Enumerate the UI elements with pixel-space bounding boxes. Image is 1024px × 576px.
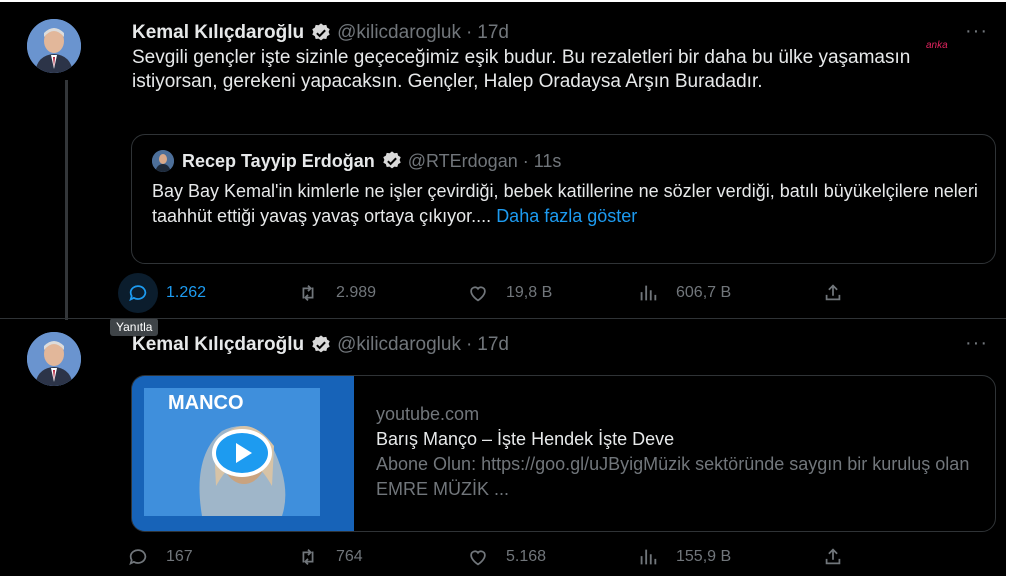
author-handle[interactable]: @kilicdarogluk bbox=[337, 22, 461, 44]
more-icon[interactable]: ··· bbox=[965, 20, 988, 43]
avatar[interactable] bbox=[27, 332, 81, 386]
author-name[interactable]: Kemal Kılıçdaroğlu bbox=[132, 334, 304, 356]
reply-count: 167 bbox=[166, 548, 193, 565]
retweet-icon bbox=[288, 537, 328, 576]
link-card[interactable]: MANCO youtube.com Barış Manço – İşte Hen… bbox=[131, 375, 996, 532]
tweet-header: Kemal Kılıçdaroğlu @kilicdarogluk · 17d bbox=[132, 334, 509, 356]
retweet-button[interactable]: 764 bbox=[288, 537, 458, 576]
timestamp[interactable]: 17d bbox=[477, 334, 509, 356]
like-button[interactable]: 19,8 B bbox=[458, 273, 628, 313]
share-icon bbox=[813, 537, 853, 576]
retweet-count: 2.989 bbox=[336, 284, 377, 301]
avatar[interactable] bbox=[27, 19, 81, 73]
quoted-tweet[interactable]: Recep Tayyip Erdoğan @RTErdogan · 11s Ba… bbox=[131, 134, 996, 264]
like-count: 19,8 B bbox=[506, 284, 553, 301]
show-more-link[interactable]: Daha fazla göster bbox=[496, 206, 637, 226]
author-handle[interactable]: @kilicdarogluk bbox=[337, 334, 461, 356]
views-icon bbox=[628, 537, 668, 576]
avatar-portrait-icon bbox=[27, 19, 81, 73]
verified-badge-icon bbox=[383, 151, 401, 169]
quote-text: Bay Bay Kemal'in kimlerle ne işler çevir… bbox=[152, 179, 982, 229]
video-thumbnail[interactable]: MANCO bbox=[132, 376, 354, 531]
quote-timestamp: 11s bbox=[533, 150, 562, 171]
timeline: Kemal Kılıçdaroğlu @kilicdarogluk · 17d … bbox=[0, 2, 1006, 576]
action-bar: 167 764 5.168 155,9 B bbox=[118, 537, 878, 576]
views-icon bbox=[628, 273, 668, 313]
quote-author-handle: @RTErdogan bbox=[407, 150, 518, 171]
tweet[interactable]: Kemal Kılıçdaroğlu @kilicdarogluk · 17d … bbox=[0, 318, 1006, 576]
play-icon[interactable] bbox=[211, 428, 273, 478]
reply-button[interactable]: 1.262 bbox=[118, 273, 288, 313]
separator: · bbox=[522, 150, 529, 171]
reply-icon bbox=[118, 273, 158, 313]
reply-icon bbox=[118, 537, 158, 576]
action-bar: 1.262 2.989 19,8 B 606,7 B bbox=[118, 273, 878, 313]
like-icon bbox=[458, 537, 498, 576]
retweet-count: 764 bbox=[336, 548, 363, 565]
views-count: 606,7 B bbox=[676, 284, 732, 301]
tweet-header: Kemal Kılıçdaroğlu @kilicdarogluk · 17d bbox=[132, 22, 509, 44]
verified-badge-icon bbox=[312, 335, 330, 353]
tweet[interactable]: Kemal Kılıçdaroğlu @kilicdarogluk · 17d … bbox=[0, 2, 1006, 320]
card-title: Barış Manço – İşte Hendek İşte Deve bbox=[376, 429, 675, 449]
timestamp[interactable]: 17d bbox=[477, 22, 509, 44]
verified-badge-icon bbox=[312, 23, 330, 41]
more-icon[interactable]: ··· bbox=[965, 332, 988, 355]
retweet-icon bbox=[288, 273, 328, 313]
thread-line bbox=[65, 80, 68, 320]
reply-count: 1.262 bbox=[166, 284, 207, 301]
card-info: youtube.com Barış Manço – İşte Hendek İş… bbox=[354, 376, 976, 531]
views-button[interactable]: 606,7 B bbox=[628, 273, 813, 313]
quote-author-name: Recep Tayyip Erdoğan bbox=[182, 150, 375, 171]
share-button[interactable] bbox=[813, 537, 853, 576]
share-button[interactable] bbox=[813, 273, 853, 313]
card-domain: youtube.com bbox=[376, 404, 480, 424]
thumbnail-text: MANCO bbox=[168, 392, 244, 414]
quote-header: Recep Tayyip Erdoğan @RTErdogan · 11s bbox=[152, 150, 561, 172]
tweet-text: Sevgili gençler işte sizinle geçeceğimiz… bbox=[132, 47, 911, 92]
separator: · bbox=[465, 22, 473, 43]
retweet-button[interactable]: 2.989 bbox=[288, 273, 458, 313]
like-count: 5.168 bbox=[506, 548, 547, 565]
card-description: Abone Olun: https://goo.gl/uJByigMüzik s… bbox=[376, 454, 970, 499]
share-icon bbox=[813, 273, 853, 313]
views-button[interactable]: 155,9 B bbox=[628, 537, 813, 576]
reply-button[interactable]: 167 bbox=[118, 537, 288, 576]
frame: Kemal Kılıçdaroğlu @kilicdarogluk · 17d … bbox=[0, 0, 1024, 576]
like-button[interactable]: 5.168 bbox=[458, 537, 628, 576]
quote-avatar-portrait-icon bbox=[152, 150, 174, 172]
quote-avatar bbox=[152, 150, 174, 172]
separator: · bbox=[465, 334, 473, 355]
like-icon bbox=[458, 273, 498, 313]
author-name[interactable]: Kemal Kılıçdaroğlu bbox=[132, 22, 304, 44]
views-count: 155,9 B bbox=[676, 548, 732, 565]
avatar-portrait-icon bbox=[27, 332, 81, 386]
